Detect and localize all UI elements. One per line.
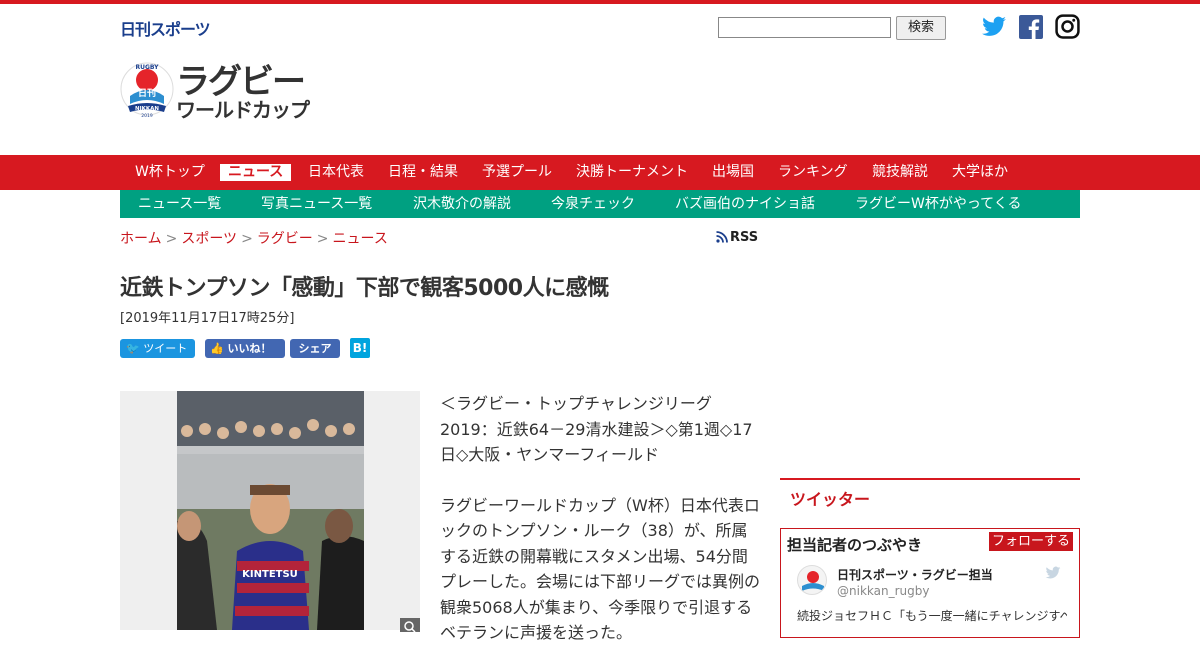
breadcrumb: ホーム > スポーツ > ラグビー > ニュース: [120, 228, 388, 248]
nav-item-schedule[interactable]: 日程・結果: [388, 155, 458, 190]
reporter-tweets-title: 担当記者のつぶやき: [787, 536, 923, 554]
nav-item-pool[interactable]: 予選プール: [482, 155, 552, 190]
breadcrumb-separator: >: [241, 231, 253, 247]
facebook-icon[interactable]: [1019, 15, 1043, 39]
twitter-icon[interactable]: [1044, 565, 1062, 581]
search-input[interactable]: [718, 17, 891, 38]
subnav-item-photo-news[interactable]: 写真ニュース一覧: [261, 190, 372, 218]
nav-item-countries[interactable]: 出場国: [712, 155, 754, 190]
article-body: ＜ラグビー・トップチャレンジリーグ2019：近鉄64－29清水建設＞◇第1週◇1…: [440, 391, 762, 646]
top-accent-line: [0, 0, 1200, 4]
subnav-item-buzz[interactable]: バズ画伯のナイショ話: [675, 190, 815, 218]
twitter-section-title: ツイッター: [790, 490, 871, 509]
follow-button[interactable]: フォローする: [989, 532, 1073, 551]
tweet-button[interactable]: 🐦 ツイート: [120, 339, 195, 358]
rss-label: RSS: [730, 230, 759, 245]
nikkan-sports-logo[interactable]: 日刊スポーツ: [120, 16, 211, 40]
twitter-bird-icon: 🐦: [126, 342, 140, 355]
sub-nav: ニュース一覧 写真ニュース一覧 沢木敬介の解説 今泉チェック バズ画伯のナイショ…: [120, 190, 1080, 218]
like-label: いいね！: [227, 342, 272, 355]
article-photo[interactable]: KINTETSU: [177, 391, 364, 630]
nav-item-university[interactable]: 大学ほか: [952, 155, 1008, 190]
hatena-bookmark-button[interactable]: B!: [350, 338, 370, 358]
subnav-item-imaizumi[interactable]: 今泉チェック: [551, 190, 635, 218]
article-paragraph: ラグビーワールドカップ（W杯）日本代表ロックのトンプソン・ルーク（38）が、所属…: [440, 495, 761, 643]
sidebar-divider: [780, 478, 1080, 480]
subnav-item-sawaki[interactable]: 沢木敬介の解説: [413, 190, 511, 218]
nav-item-japan-team[interactable]: 日本代表: [308, 155, 364, 190]
breadcrumb-sports[interactable]: スポーツ: [181, 231, 237, 247]
emblem-year-text: 2019: [141, 113, 153, 119]
article-date: [2019年11月17日17時25分]: [120, 311, 295, 326]
avatar[interactable]: [797, 565, 827, 595]
facebook-share-button[interactable]: シェア: [290, 339, 340, 358]
jersey-text: KINTETSU: [242, 569, 298, 580]
twitter-account-handle[interactable]: @nikkan_rugby: [837, 584, 929, 598]
nav-item-news[interactable]: ニュース: [220, 164, 292, 181]
breadcrumb-separator: >: [316, 231, 329, 247]
rss-icon: [716, 231, 728, 243]
nav-item-knockout[interactable]: 決勝トーナメント: [576, 155, 688, 190]
nav-item-wcup-top[interactable]: W杯トップ: [135, 155, 205, 190]
article-paragraph: ＜ラグビー・トップチャレンジリーグ2019：近鉄64－29清水建設＞◇第1週◇1…: [440, 394, 753, 464]
brand-title-worldcup: ワールドカップ: [176, 98, 310, 122]
tweet-label: ツイート: [143, 342, 188, 355]
breadcrumb-rugby[interactable]: ラグビー: [257, 231, 313, 247]
subnav-item-news-list[interactable]: ニュース一覧: [138, 190, 221, 218]
article-title: 近鉄トンプソン「感動」下部で観客5000人に感慨: [120, 276, 609, 301]
subnav-item-coming[interactable]: ラグビーW杯がやってくる: [855, 190, 1021, 218]
tweet-text[interactable]: 続投ジョセフＨＣ「もう一度一緒にチャレンジすべく」: [797, 607, 1067, 624]
twitter-icon[interactable]: [981, 14, 1007, 40]
rss-link[interactable]: RSS: [716, 230, 758, 245]
magnifier-icon: [404, 621, 416, 633]
emblem-rugby-text: RUGBY: [135, 64, 159, 71]
nav-item-rules[interactable]: 競技解説: [872, 155, 928, 190]
search-button[interactable]: 検索: [896, 16, 946, 40]
breadcrumb-news[interactable]: ニュース: [333, 231, 388, 247]
nav-item-ranking[interactable]: ランキング: [778, 155, 848, 190]
breadcrumb-home[interactable]: ホーム: [120, 231, 162, 247]
facebook-like-button[interactable]: 👍 いいね！: [205, 339, 285, 358]
breadcrumb-separator: >: [165, 231, 178, 247]
emblem-nikkan-text: NIKKAN: [135, 106, 159, 112]
main-nav: W杯トップ ニュース 日本代表 日程・結果 予選プール 決勝トーナメント 出場国…: [0, 155, 1200, 190]
instagram-icon[interactable]: [1055, 14, 1080, 39]
thumbs-up-icon: 👍: [210, 342, 224, 355]
emblem-nikkan-kanji: 日刊: [138, 87, 156, 99]
twitter-account-name[interactable]: 日刊スポーツ・ラグビー担当: [837, 566, 993, 583]
